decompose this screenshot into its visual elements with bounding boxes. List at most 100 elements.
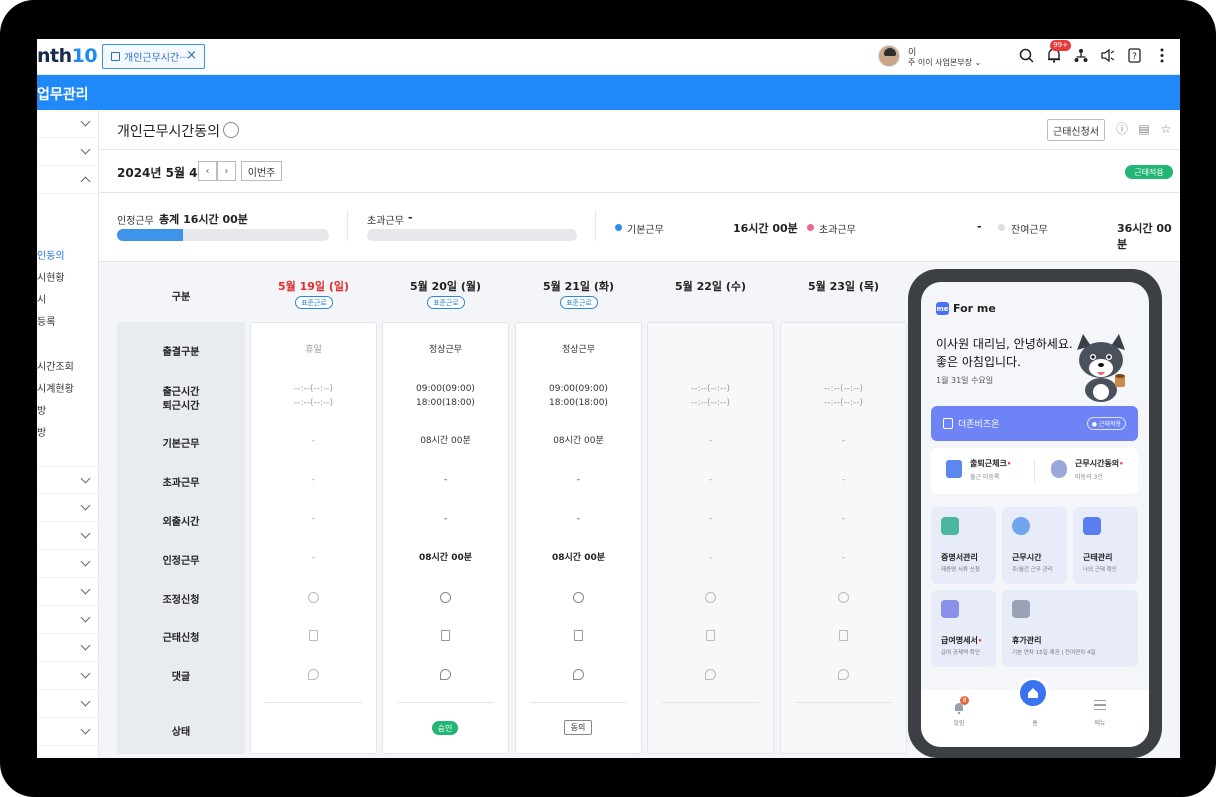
sidebar-item[interactable]: 시간조회 bbox=[37, 358, 74, 373]
vacation-tile[interactable]: 휴가관리 기본 연차 15일 제공 | 잔여연차 4일 bbox=[1002, 590, 1138, 667]
recognized-label: 인정근무 bbox=[117, 216, 154, 227]
agree-button[interactable]: 동의 bbox=[564, 720, 592, 735]
clock-icon[interactable] bbox=[838, 592, 849, 603]
work-hours-tile[interactable]: 근무시간 주/월간 근무 관리 bbox=[1002, 507, 1067, 584]
recognized-work: - bbox=[708, 553, 713, 563]
clock-icon[interactable] bbox=[573, 592, 584, 603]
search-icon[interactable] bbox=[1017, 46, 1036, 65]
tab-menu[interactable]: 메뉴 bbox=[1080, 718, 1120, 727]
menu-icon[interactable] bbox=[1094, 700, 1106, 710]
outing-time: - bbox=[708, 514, 713, 524]
comment-icon[interactable] bbox=[308, 669, 319, 680]
standard-work-pill: 표준근로 bbox=[560, 296, 598, 309]
overtime-total: - bbox=[408, 211, 413, 224]
sidebar-item[interactable]: 시계현황 bbox=[37, 380, 74, 395]
speaker-icon[interactable] bbox=[1098, 46, 1117, 65]
sidebar-group[interactable] bbox=[37, 662, 99, 690]
more-icon[interactable] bbox=[1152, 46, 1171, 65]
sidebar-group-open[interactable] bbox=[37, 166, 99, 194]
chevron-down-icon bbox=[80, 640, 91, 651]
sidebar: 인동의 시현황 시 등록 시간조회 시계현황 방 방 bbox=[37, 110, 99, 758]
attendance-type: 정상근무 bbox=[561, 345, 596, 355]
sidebar-group[interactable] bbox=[37, 522, 99, 550]
attendance-tile[interactable]: 근태관리 나의 근태 확인 bbox=[1073, 507, 1138, 584]
basic-work: 08시간 00분 bbox=[420, 436, 471, 446]
document-icon[interactable] bbox=[706, 630, 715, 641]
recognized-work: 08시간 00분 bbox=[551, 553, 606, 563]
sidebar-item[interactable]: 등록 bbox=[37, 313, 55, 328]
outing-time: - bbox=[576, 514, 581, 524]
attendance-request-button[interactable]: 근태신청서 bbox=[1047, 119, 1105, 141]
check-in-out-action[interactable]: 출퇴근체크• 출근 미등록 bbox=[946, 458, 1011, 481]
calendar-icon[interactable]: ▤ bbox=[1137, 122, 1151, 136]
sidebar-group[interactable] bbox=[37, 550, 99, 578]
standard-work-pill: 표준근로 bbox=[427, 296, 465, 309]
list-icon[interactable] bbox=[223, 122, 239, 138]
sidebar-group[interactable] bbox=[37, 466, 99, 494]
sidebar-group[interactable] bbox=[37, 578, 99, 606]
comment-icon[interactable] bbox=[440, 669, 451, 680]
sidebar-item[interactable]: 시 bbox=[37, 291, 46, 306]
comment-icon[interactable] bbox=[838, 669, 849, 680]
document-icon[interactable] bbox=[309, 630, 318, 641]
legend-value: - bbox=[977, 220, 982, 233]
org-chart-icon[interactable] bbox=[1071, 46, 1090, 65]
week-label: 2024년 5월 4주 bbox=[117, 166, 209, 180]
open-tab-label: 개인근무시간··· bbox=[124, 53, 189, 64]
tab-alerts[interactable]: 알림 bbox=[939, 718, 979, 727]
user-profile[interactable]: 이 주 이이 사업본부장 ⌄ bbox=[878, 45, 1003, 70]
header-icons: ⓘ ▤ ☆ bbox=[1115, 122, 1173, 136]
sidebar-item[interactable]: 방 bbox=[37, 402, 46, 417]
divider bbox=[662, 702, 759, 703]
bell-icon[interactable]: 8 bbox=[953, 696, 969, 715]
document-icon[interactable] bbox=[839, 630, 848, 641]
info-icon[interactable]: ⓘ bbox=[1115, 122, 1129, 136]
sidebar-item[interactable]: 방 bbox=[37, 424, 46, 439]
next-week-button[interactable]: › bbox=[217, 161, 236, 181]
sidebar-group[interactable] bbox=[37, 718, 99, 746]
certificate-tile[interactable]: 증명서관리 재증명 서류 신청 bbox=[931, 507, 996, 584]
app-logo[interactable]: nth10 bbox=[37, 45, 98, 67]
work-agreement-action[interactable]: 근무시간동의• 미동의 3건 bbox=[1051, 458, 1124, 481]
help-icon[interactable]: ? bbox=[1125, 46, 1144, 65]
sidebar-group[interactable] bbox=[37, 690, 99, 718]
people-icon bbox=[1012, 517, 1030, 535]
person-icon bbox=[1051, 460, 1067, 478]
comment-icon[interactable] bbox=[573, 669, 584, 680]
payslip-tile[interactable]: 급여명세서• 급여 공제액 확인 bbox=[931, 590, 996, 667]
home-button[interactable] bbox=[1017, 677, 1049, 709]
tab-home[interactable]: 홈 bbox=[1015, 718, 1055, 727]
chevron-up-icon bbox=[80, 176, 91, 187]
row-label: 근태신청 bbox=[162, 633, 200, 644]
divider bbox=[99, 192, 1180, 193]
clock-icon[interactable] bbox=[308, 592, 319, 603]
basic-work: - bbox=[708, 436, 713, 446]
divider bbox=[1034, 460, 1035, 482]
menu-title[interactable]: 업무관리 bbox=[37, 84, 89, 104]
document-icon[interactable] bbox=[574, 630, 583, 641]
comment-icon[interactable] bbox=[705, 669, 716, 680]
document-icon[interactable] bbox=[441, 630, 450, 641]
sidebar-group[interactable] bbox=[37, 606, 99, 634]
row-label: 인정근무 bbox=[162, 556, 200, 567]
star-icon[interactable]: ☆ bbox=[1159, 122, 1173, 136]
check-out-time: 18:00(18:00) bbox=[416, 398, 475, 408]
sidebar-group[interactable] bbox=[37, 494, 99, 522]
clock-icon[interactable] bbox=[705, 592, 716, 603]
bell-icon[interactable]: 99+ bbox=[1044, 40, 1071, 65]
sidebar-group[interactable] bbox=[37, 110, 99, 138]
open-tab[interactable]: 개인근무시간··· × bbox=[102, 44, 205, 69]
prev-week-button[interactable]: ‹ bbox=[198, 161, 217, 181]
mobile-app-logo: me For me bbox=[936, 302, 996, 315]
company-card[interactable]: 더존비즈온 ● 근태적용 bbox=[931, 406, 1138, 441]
close-icon[interactable]: × bbox=[186, 48, 197, 63]
sidebar-group[interactable] bbox=[37, 138, 99, 166]
chevron-down-icon bbox=[80, 473, 91, 484]
today-date: 1월 31일 수요일 bbox=[936, 376, 994, 385]
chevron-down-icon bbox=[80, 500, 91, 511]
this-week-button[interactable]: 이번주 bbox=[241, 161, 282, 181]
sidebar-item-agreement[interactable]: 인동의 bbox=[37, 247, 65, 262]
clock-icon[interactable] bbox=[440, 592, 451, 603]
sidebar-group[interactable] bbox=[37, 634, 99, 662]
sidebar-item[interactable]: 시현황 bbox=[37, 269, 65, 284]
